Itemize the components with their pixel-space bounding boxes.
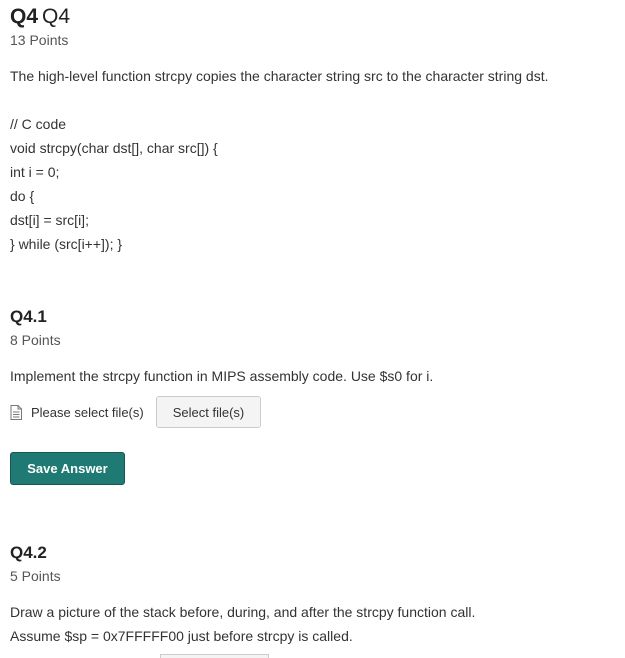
select-files-button[interactable]: Select file(s) (155, 396, 262, 428)
subquestion-heading: Q4.2 (10, 543, 47, 562)
save-answer-button[interactable]: Save Answer (10, 452, 125, 485)
code-line: do { (10, 188, 35, 204)
subquestion-heading: Q4.1 (10, 307, 47, 326)
code-line: // C code (10, 116, 67, 132)
question-prompt: The high-level function strcpy copies th… (10, 68, 549, 84)
file-upload-label: Please select file(s) (31, 404, 144, 420)
code-line: } while (src[i++]); } (10, 236, 123, 252)
question-points: 13 Points (10, 32, 69, 48)
file-icon (10, 404, 22, 420)
code-line: void strcpy(char dst[], char src[]) { (10, 140, 218, 156)
subquestion-points: 5 Points (10, 568, 61, 584)
subquestion-prompt-line: Assume $sp = 0x7FFFFF00 just before strc… (10, 628, 353, 644)
select-files-button-partial[interactable] (160, 654, 269, 658)
question-title: Q4 (42, 5, 71, 28)
question-number: Q4 (10, 5, 39, 28)
file-upload-row: Please select file(s) Select file(s) (10, 396, 262, 428)
code-line: dst[i] = src[i]; (10, 212, 89, 228)
subquestion-prompt: Implement the strcpy function in MIPS as… (10, 368, 434, 384)
subquestion-prompt-line: Draw a picture of the stack before, duri… (10, 604, 476, 620)
subquestion-points: 8 Points (10, 332, 61, 348)
code-line: int i = 0; (10, 164, 60, 180)
question-heading: Q4 Q4 (10, 4, 70, 30)
